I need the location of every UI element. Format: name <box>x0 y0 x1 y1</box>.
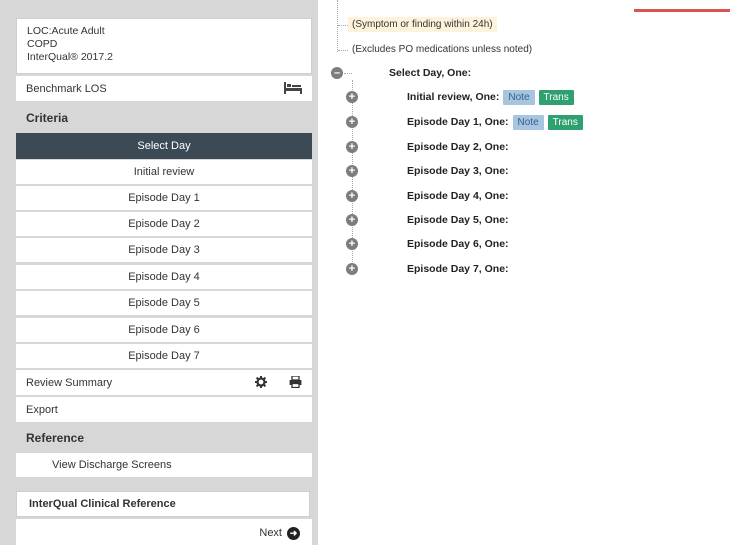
episode-day-2-label: Episode Day 2, One: <box>407 141 509 153</box>
next-label: Next <box>259 527 282 539</box>
accent-bar <box>634 9 730 12</box>
nav-episode-day-3[interactable]: Episode Day 3 <box>16 238 312 262</box>
tree-node-episode-day-1[interactable]: + <box>346 116 358 128</box>
loc-condition: COPD <box>27 38 58 50</box>
nav-episode-day-6[interactable]: Episode Day 6 <box>16 318 312 342</box>
tree-connector <box>338 50 348 51</box>
tree-node-episode-day-4[interactable]: + <box>346 190 358 202</box>
collapse-icon[interactable]: – <box>331 67 343 79</box>
episode-day-3-label: Episode Day 3, One: <box>407 165 509 177</box>
loc-version: InterQual® 2017.2 <box>27 51 113 63</box>
gear-icon[interactable] <box>255 375 267 391</box>
episode-day-5-label: Episode Day 5, One: <box>407 214 509 226</box>
loc-info-box: LOC:Acute Adult COPD InterQual® 2017.2 <box>16 18 312 74</box>
nav-episode-day-5[interactable]: Episode Day 5 <box>16 291 312 315</box>
expand-icon[interactable]: + <box>346 214 358 226</box>
select-day-button[interactable]: Select Day <box>16 133 312 159</box>
benchmark-los-row[interactable]: Benchmark LOS <box>16 76 312 102</box>
tree-node-episode-day-7[interactable]: + <box>346 263 358 275</box>
expand-icon[interactable]: + <box>346 165 358 177</box>
next-button[interactable]: Next ➜ <box>16 519 312 545</box>
benchmark-los-label: Benchmark LOS <box>26 82 107 95</box>
select-day-root-label: Select Day, One: <box>389 67 472 79</box>
tree-connector <box>338 25 348 26</box>
tree-node-initial-review[interactable]: + <box>346 91 358 103</box>
tree-node-episode-day-6[interactable]: + <box>346 238 358 250</box>
expand-icon[interactable]: + <box>346 91 358 103</box>
export-row[interactable]: Export <box>16 397 312 423</box>
episode-day-1-label: Episode Day 1, One: Note Trans <box>407 114 583 130</box>
initial-review-label: Initial review, One: Note Trans <box>407 89 574 105</box>
tree-root-node[interactable]: – <box>331 67 343 79</box>
note-symptom: (Symptom or finding within 24h) <box>348 17 497 32</box>
interqual-clinical-reference[interactable]: InterQual Clinical Reference <box>16 491 310 517</box>
episode-day-6-label: Episode Day 6, One: <box>407 238 509 250</box>
review-summary-label: Review Summary <box>26 376 113 389</box>
expand-icon[interactable]: + <box>346 238 358 250</box>
note-button[interactable]: Note <box>512 114 544 130</box>
reference-heading: Reference <box>16 424 312 452</box>
tree-node-episode-day-3[interactable]: + <box>346 165 358 177</box>
criteria-tree-panel: (Symptom or finding within 24h) (Exclude… <box>318 0 730 545</box>
tree-node-episode-day-5[interactable]: + <box>346 214 358 226</box>
note-excludes-po: (Excludes PO medications unless noted) <box>352 44 533 55</box>
view-discharge-screens[interactable]: View Discharge Screens <box>16 453 312 477</box>
nav-initial-review[interactable]: Initial review <box>16 160 312 184</box>
expand-icon[interactable]: + <box>346 141 358 153</box>
expand-icon[interactable]: + <box>346 116 358 128</box>
nav-episode-day-7[interactable]: Episode Day 7 <box>16 344 312 368</box>
sidebar: LOC:Acute Adult COPD InterQual® 2017.2 B… <box>0 0 318 545</box>
arrow-right-icon: ➜ <box>287 526 300 540</box>
export-label: Export <box>26 403 58 416</box>
review-summary-row[interactable]: Review Summary <box>16 370 312 396</box>
loc-level: LOC:Acute Adult <box>27 25 105 37</box>
bed-icon[interactable] <box>284 81 302 97</box>
criteria-heading: Criteria <box>16 104 312 132</box>
print-icon[interactable] <box>289 374 302 391</box>
note-button[interactable]: Note <box>503 89 535 105</box>
nav-episode-day-4[interactable]: Episode Day 4 <box>16 265 312 289</box>
episode-day-7-label: Episode Day 7, One: <box>407 263 509 275</box>
expand-icon[interactable]: + <box>346 190 358 202</box>
tree-connector <box>337 0 338 52</box>
trans-button[interactable]: Trans <box>547 114 583 130</box>
expand-icon[interactable]: + <box>346 263 358 275</box>
nav-episode-day-1[interactable]: Episode Day 1 <box>16 186 312 210</box>
episode-day-4-label: Episode Day 4, One: <box>407 190 509 202</box>
trans-button[interactable]: Trans <box>538 89 574 105</box>
tree-node-episode-day-2[interactable]: + <box>346 141 358 153</box>
nav-episode-day-2[interactable]: Episode Day 2 <box>16 212 312 236</box>
tree-connector <box>344 73 352 74</box>
